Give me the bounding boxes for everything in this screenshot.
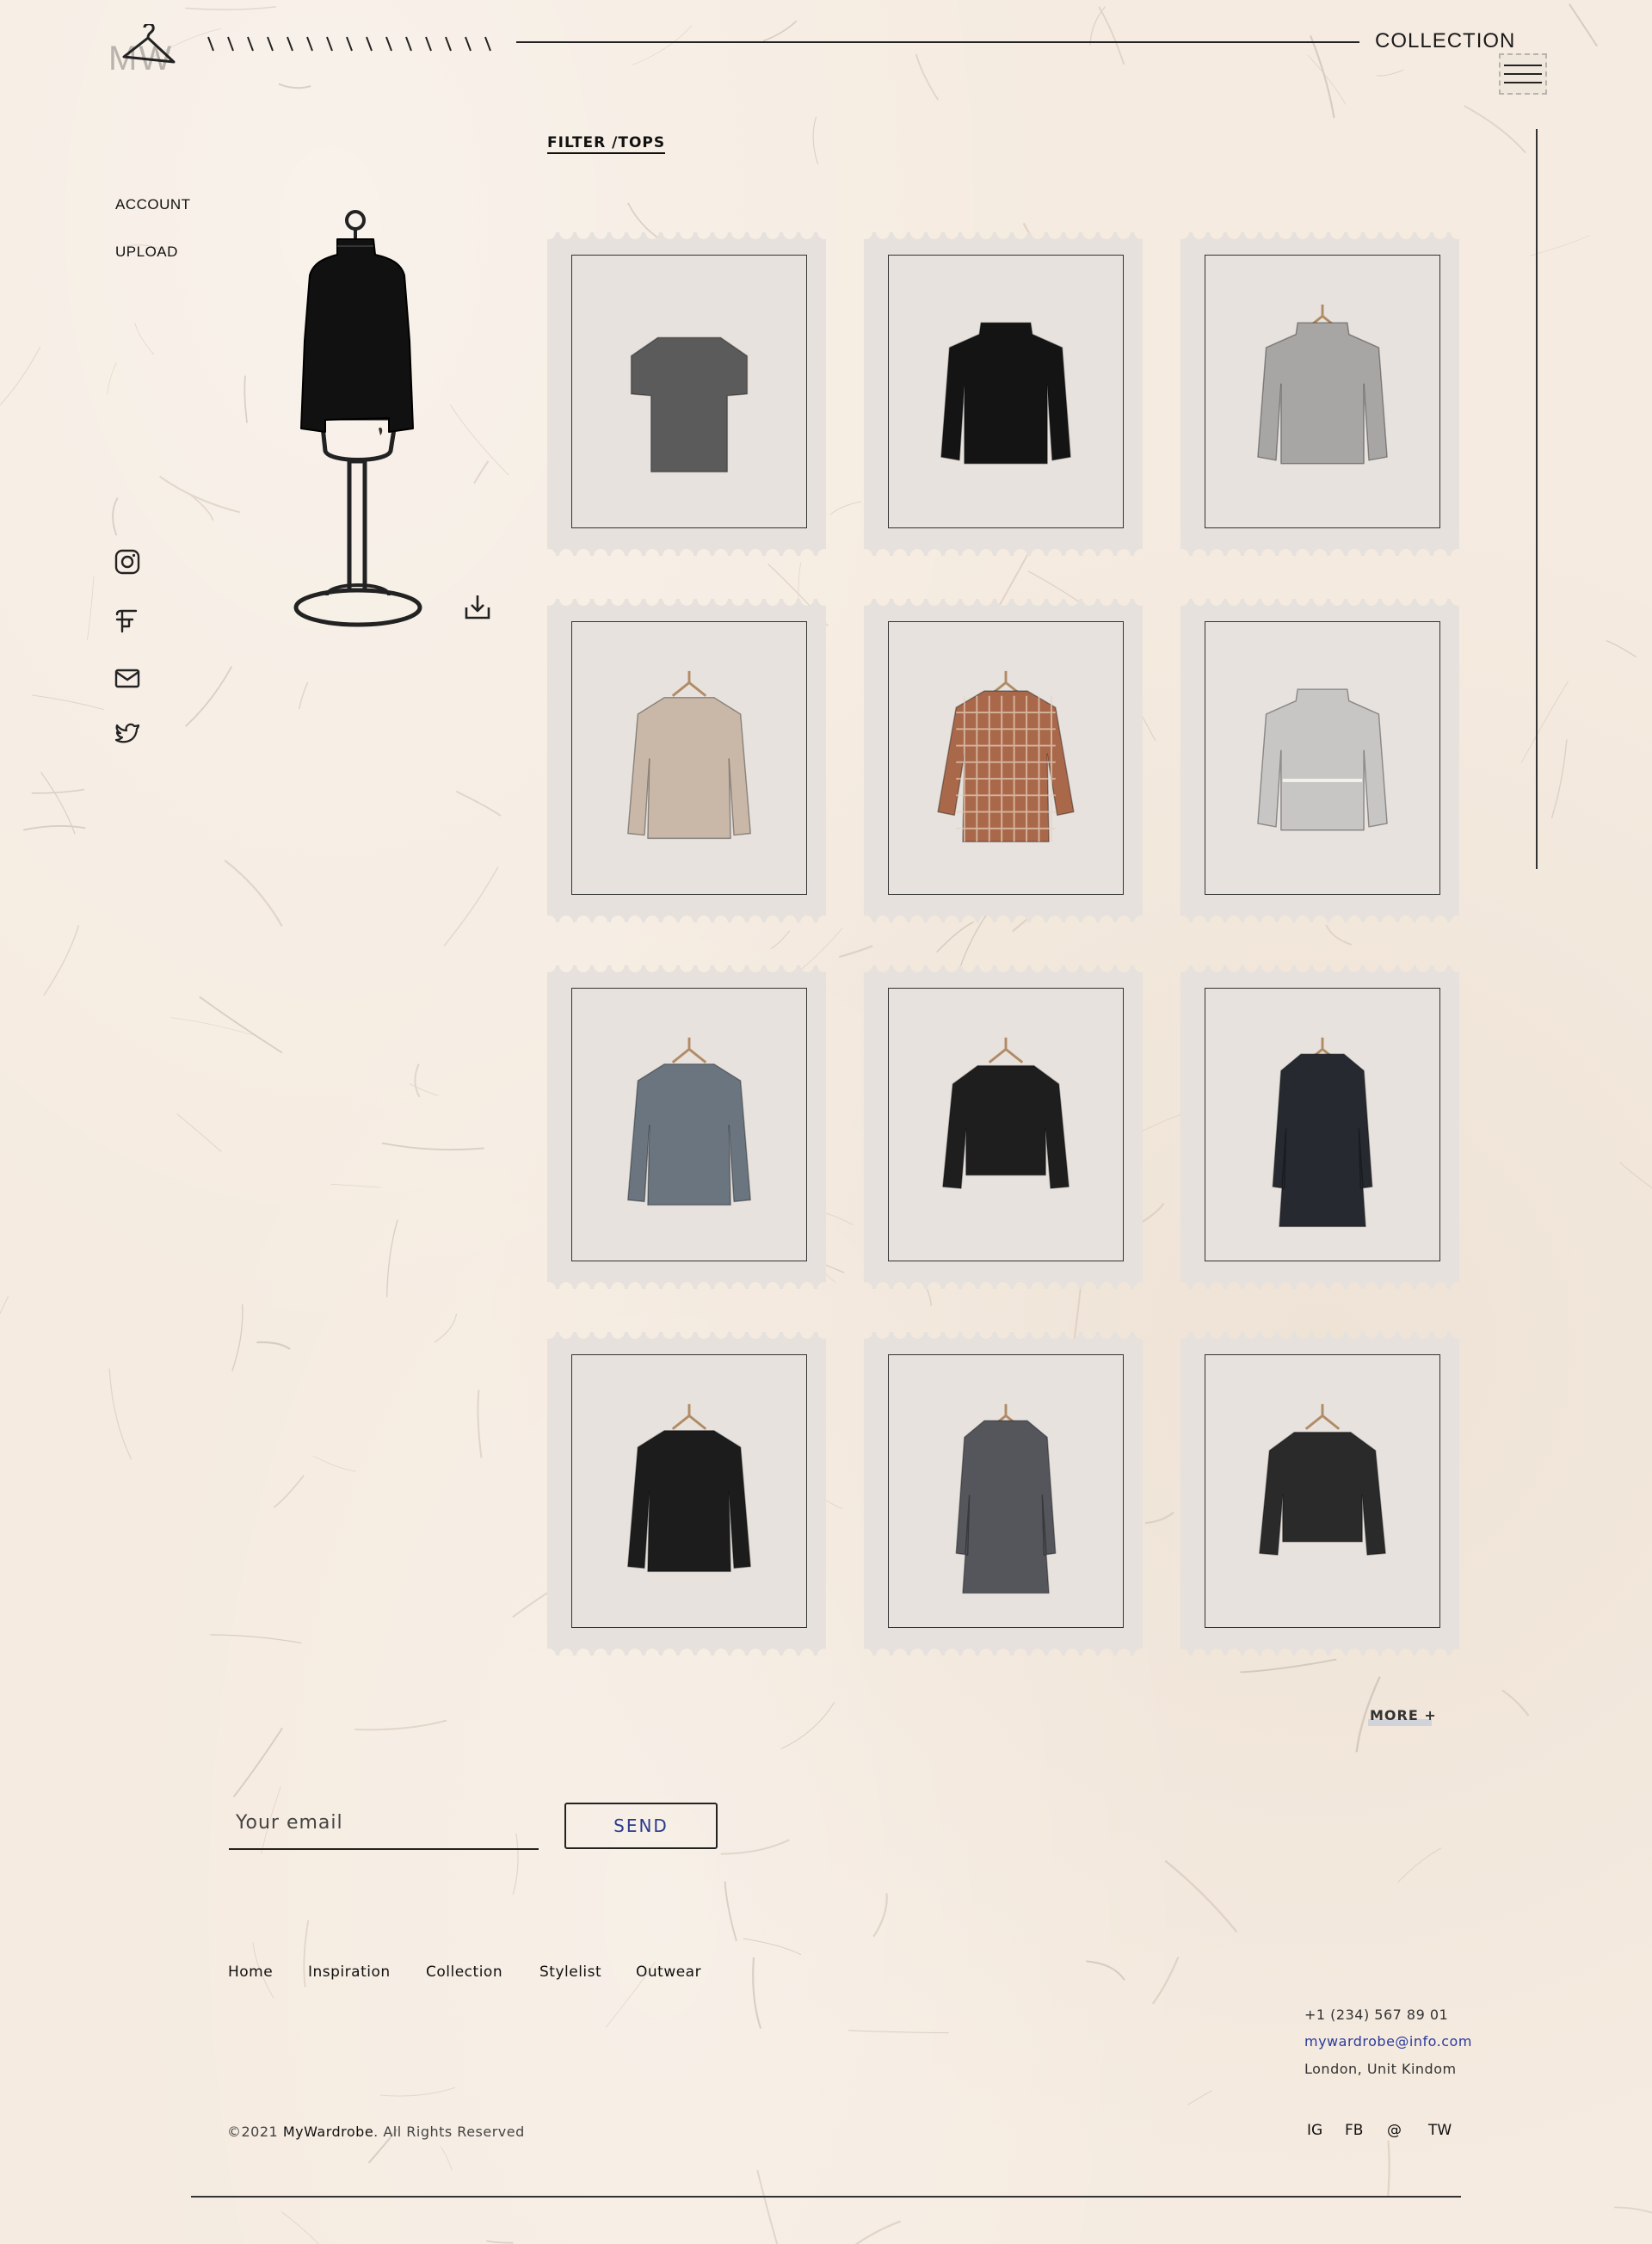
collection-item[interactable] [547,1332,826,1655]
footer-link-collection[interactable]: Collection [426,1964,502,1981]
item-photo-frame [888,255,1124,528]
facebook-icon[interactable] [114,607,141,635]
collection-item[interactable] [864,965,1143,1289]
contact-phone: +1 (234) 567 89 01 [1304,2007,1449,2023]
grey-short-sleeve-knit-image [630,336,749,473]
decorative-slashes [207,36,491,52]
footer-social-ig[interactable]: IG [1307,2122,1322,2139]
footer-link-outwear[interactable]: Outwear [636,1964,701,1981]
item-photo-frame [1205,255,1440,528]
collection-grid [547,232,1463,1655]
beige-blazer-image [627,670,751,840]
filter-tops[interactable]: FILTER /TOPS [547,134,666,154]
plaid-flannel-shirt-image [937,670,1075,842]
footer-social-fb[interactable]: FB [1345,2122,1363,2139]
collection-item[interactable] [1180,1332,1459,1655]
instagram-icon[interactable] [114,548,141,576]
section-title: COLLECTION [1375,29,1516,52]
menu-button[interactable] [1499,53,1547,95]
logo[interactable]: MW [103,24,189,84]
check-long-coat-image [955,1403,1057,1594]
more-button[interactable]: MORE + [1370,1707,1437,1723]
send-button[interactable]: SEND [564,1803,718,1849]
item-photo-frame [571,988,807,1261]
upload-link[interactable]: UPLOAD [115,244,178,261]
menu-icon-bar [1504,73,1542,75]
contact-email[interactable]: mywardrobe@info.com [1304,2033,1472,2050]
hanger-icon [122,24,176,64]
light-grey-belted-sweater-image [1257,688,1388,831]
black-tweed-jacket-image [1259,1403,1386,1556]
item-photo-frame [571,621,807,895]
item-photo-frame [888,988,1124,1261]
footer-link-home[interactable]: Home [228,1964,273,1981]
collection-item[interactable] [547,232,826,556]
brand-name: MyWardrobe [282,2124,374,2140]
twitter-icon[interactable] [114,719,141,747]
account-link[interactable]: ACCOUNT [115,196,191,213]
copyright-prefix: ©2021 [227,2124,283,2140]
grey-v-neck-sweater-image [1257,304,1388,465]
mannequin-preview [293,210,422,627]
item-photo-frame [1205,988,1440,1261]
black-turtleneck-sweater-image [940,322,1071,465]
footer-social-email[interactable]: @ [1387,2122,1402,2139]
copyright: ©2021 MyWardrobe. All Rights Reserved [227,2124,525,2140]
header-rule [516,41,1359,43]
dark-navy-long-coat-image [1272,1037,1373,1228]
vertical-rule [1536,129,1538,869]
footer-link-stylelist[interactable]: Stylelist [539,1964,601,1981]
item-photo-frame [571,1354,807,1628]
collection-item[interactable] [547,965,826,1289]
collection-item[interactable] [1180,965,1459,1289]
black-shearling-jacket-image [942,1037,1069,1189]
black-leather-blazer-image [627,1403,751,1573]
collection-item[interactable] [1180,232,1459,556]
item-photo-frame [571,255,807,528]
download-icon[interactable] [463,592,492,621]
footer-social-tw[interactable]: TW [1428,2122,1452,2139]
email-input[interactable] [229,1797,539,1850]
menu-icon-bar [1504,82,1542,83]
copyright-suffix: . All Rights Reserved [373,2124,525,2140]
collection-item[interactable] [864,1332,1143,1655]
item-photo-frame [1205,1354,1440,1628]
item-photo-frame [888,621,1124,895]
footer-rule [191,2196,1461,2198]
item-photo-frame [888,1354,1124,1628]
mail-icon[interactable] [114,664,141,692]
collection-item[interactable] [547,599,826,922]
menu-icon-bar [1504,65,1542,66]
grey-wool-blazer-image [627,1037,751,1206]
collection-item[interactable] [864,599,1143,922]
contact-address: London, Unit Kindom [1304,2061,1457,2077]
footer-link-inspiration[interactable]: Inspiration [308,1964,391,1981]
collection-item[interactable] [1180,599,1459,922]
item-photo-frame [1205,621,1440,895]
collection-item[interactable] [864,232,1143,556]
